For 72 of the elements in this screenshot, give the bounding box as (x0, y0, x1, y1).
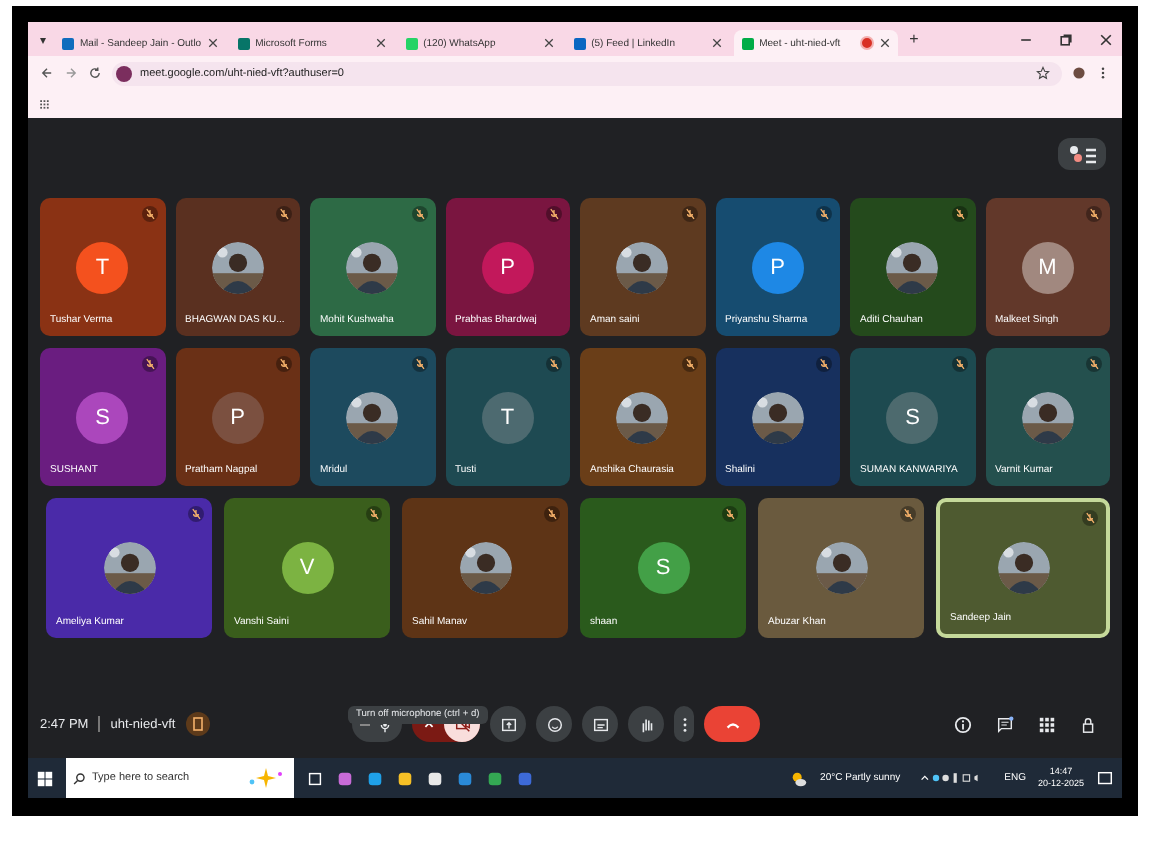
close-icon[interactable] (879, 38, 890, 48)
close-icon[interactable] (711, 38, 722, 48)
muted-mic-icon (722, 506, 738, 522)
muted-mic-icon (544, 506, 560, 522)
avatar: T (481, 391, 534, 443)
chat-icon[interactable] (996, 715, 1014, 733)
muted-mic-icon (900, 506, 916, 522)
weather-icon (790, 769, 809, 787)
muted-mic-icon (188, 506, 204, 522)
present-button[interactable] (490, 706, 526, 742)
captions-icon (591, 715, 609, 733)
muted-mic-icon (816, 356, 832, 372)
avatar: V (281, 542, 333, 594)
more-options-button[interactable] (674, 706, 694, 742)
avatar: T (76, 241, 129, 293)
avatar: S (76, 391, 129, 443)
layout-icon[interactable] (1058, 138, 1106, 170)
avatar: M (1021, 241, 1074, 293)
info-icon[interactable] (954, 715, 972, 733)
avatar: S (637, 542, 689, 594)
muted-mic-icon (1082, 510, 1098, 526)
restore-icon[interactable] (1058, 31, 1074, 47)
site-icon (573, 37, 586, 49)
muted-mic-icon (546, 356, 562, 372)
muted-mic-icon (1086, 206, 1102, 222)
muted-mic-icon (276, 206, 292, 222)
muted-mic-icon (411, 356, 427, 372)
close-icon[interactable] (375, 38, 386, 48)
captions-button[interactable] (582, 706, 618, 742)
muted-mic-icon (951, 206, 967, 222)
close-icon[interactable] (1098, 31, 1114, 47)
muted-mic-icon (366, 506, 382, 522)
muted-mic-icon (951, 356, 967, 372)
avatar: P (751, 241, 804, 293)
muted-mic-icon (411, 206, 427, 222)
apps-icon[interactable] (40, 99, 50, 109)
present-screen-icon (499, 715, 517, 733)
star-icon[interactable] (1036, 66, 1050, 80)
back-icon[interactable] (40, 66, 54, 80)
lock-icon[interactable] (1080, 715, 1098, 733)
site-icon (741, 37, 754, 49)
avatar: S (886, 391, 939, 443)
muted-mic-icon (1086, 356, 1102, 372)
muted-mic-icon (141, 206, 157, 222)
avatar: P (481, 241, 534, 293)
profile-icon[interactable] (1072, 66, 1086, 80)
muted-mic-icon (141, 356, 157, 372)
notifications-icon[interactable] (1096, 769, 1114, 787)
muted-mic-icon (816, 206, 832, 222)
raise-hand-button[interactable] (628, 706, 664, 742)
muted-mic-icon (681, 206, 697, 222)
site-info-icon[interactable] (116, 65, 132, 81)
avatar: P (211, 391, 264, 443)
site-icon (405, 37, 418, 49)
site-icon (237, 37, 250, 49)
close-icon[interactable] (543, 38, 554, 48)
search-icon (72, 771, 86, 785)
muted-mic-icon (681, 356, 697, 372)
close-icon[interactable] (207, 38, 218, 48)
muted-mic-icon (276, 356, 292, 372)
emoji-button[interactable] (536, 706, 572, 742)
windows-start-icon[interactable] (36, 769, 54, 787)
leave-call-button[interactable] (704, 706, 760, 742)
sparkle-icon (246, 768, 286, 788)
activities-icon[interactable] (1038, 715, 1056, 733)
new-tab-button[interactable]: + (901, 30, 927, 48)
site-icon (62, 37, 74, 49)
task-view-icon[interactable] (306, 769, 324, 787)
reload-icon[interactable] (88, 66, 102, 80)
more-icon[interactable] (1096, 66, 1110, 80)
muted-mic-icon (546, 206, 562, 222)
smiley-icon (545, 715, 563, 733)
